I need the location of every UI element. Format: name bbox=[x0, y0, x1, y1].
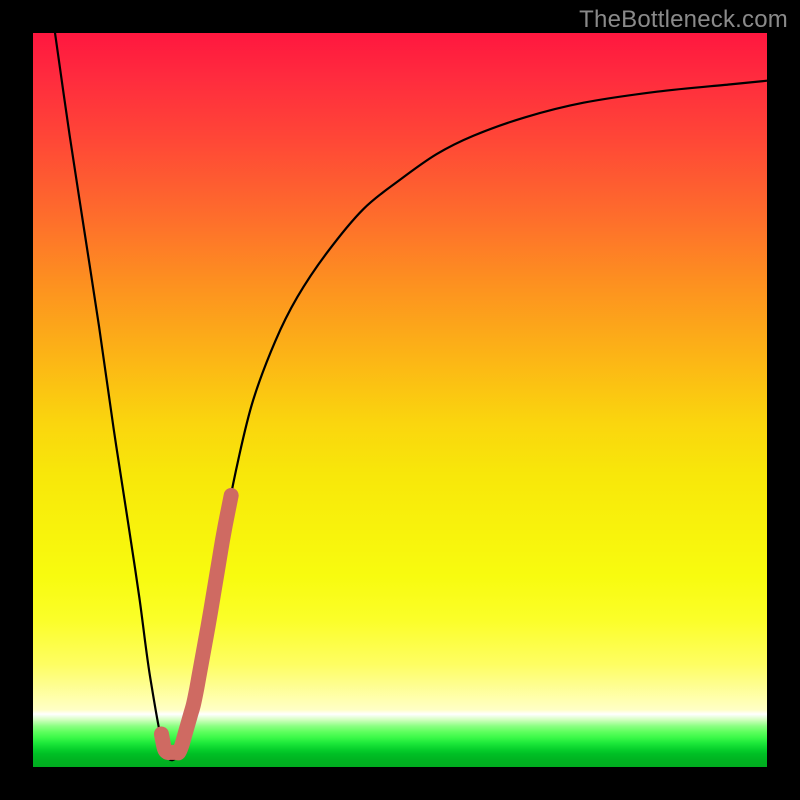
plot-area bbox=[33, 33, 767, 767]
curve-layer bbox=[55, 33, 767, 760]
highlight-segment bbox=[161, 495, 231, 752]
chart-svg bbox=[33, 33, 767, 767]
chart-frame: TheBottleneck.com bbox=[0, 0, 800, 800]
bottleneck-curve bbox=[55, 33, 767, 760]
watermark-text: TheBottleneck.com bbox=[579, 6, 788, 34]
